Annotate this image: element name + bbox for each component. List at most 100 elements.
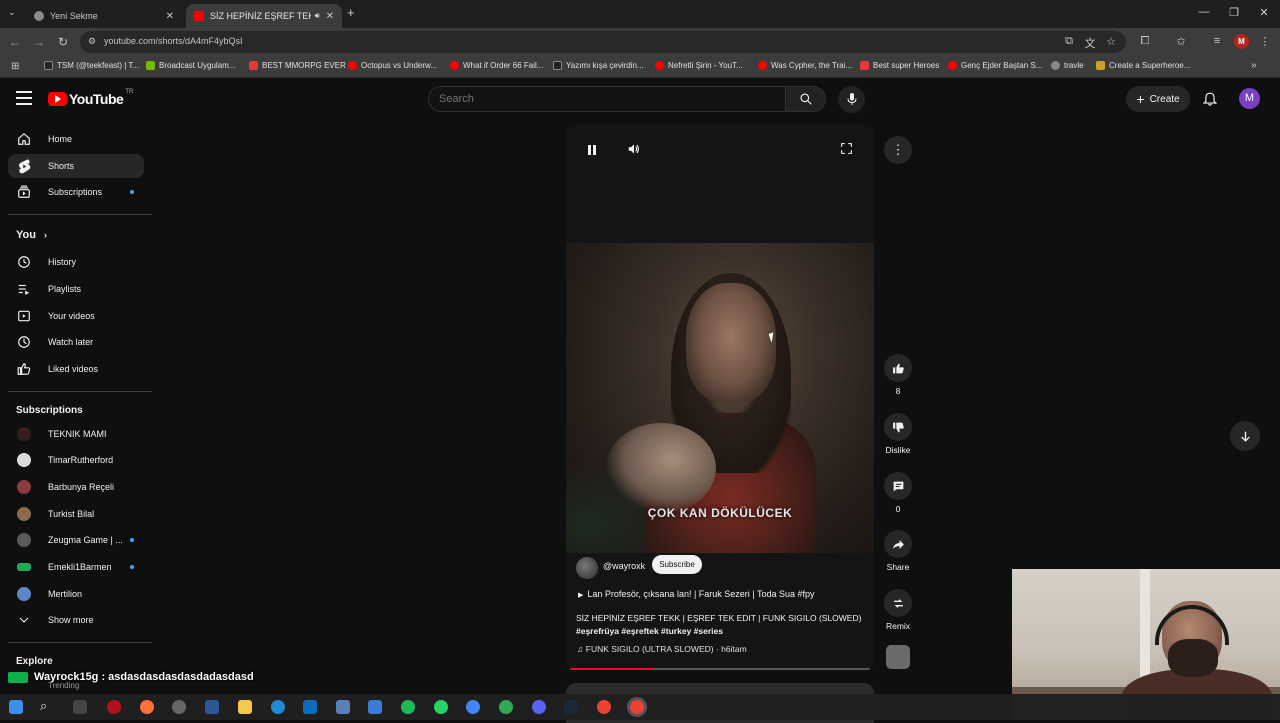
menu-kebab-icon[interactable]: ⋮ [1258, 35, 1272, 48]
pause-button[interactable] [586, 143, 600, 157]
forward-icon[interactable]: → [32, 35, 46, 49]
notifications-button[interactable] [1202, 91, 1218, 112]
sidebar-item-watch-later[interactable]: Watch later [8, 330, 144, 354]
address-bar[interactable]: ⚙︎ youtube.com/shorts/dA4mF4ybQsI [80, 31, 1126, 53]
bookmark-item[interactable]: Broadcast Uygulam... [146, 61, 235, 70]
bookmark-item[interactable]: TSM (@teekfeast) | T... [44, 61, 139, 70]
sidebar-channel-timarrutherford[interactable]: TimarRutherford [8, 448, 144, 472]
search-icon[interactable]: ⌕ [40, 698, 47, 714]
sidebar-item-home[interactable]: Home [8, 127, 144, 151]
outlook-icon[interactable] [303, 700, 317, 714]
install-app-icon[interactable]: ⧉ [1062, 35, 1076, 48]
search-button[interactable] [786, 86, 826, 112]
sidebar-channel-mertilion[interactable]: Mertilion [8, 582, 144, 606]
next-short-button[interactable] [1230, 421, 1260, 451]
close-icon[interactable]: ✕ [326, 11, 334, 22]
comments-circle[interactable] [884, 472, 912, 500]
sidebar-item-history[interactable]: History [8, 250, 144, 274]
tab-search-menu-icon[interactable]: ⌄ [8, 7, 16, 18]
video-frame[interactable]: ÇOK KAN DÖKÜLÜCEK [566, 243, 874, 553]
firefox-icon[interactable] [140, 700, 154, 714]
account-avatar[interactable]: M [1239, 88, 1260, 109]
bookmark-item[interactable]: BEST MMORPG EVER [249, 61, 346, 70]
discord-icon[interactable] [532, 700, 546, 714]
close-icon[interactable]: ✕ [166, 11, 174, 22]
channel-avatar[interactable] [576, 557, 598, 579]
voice-search-button[interactable] [838, 86, 865, 113]
music-line[interactable]: ♫ FUNK SIGILO (ULTRA SLOWED) · h6itam [577, 644, 747, 654]
close-window-icon[interactable]: ✕ [1257, 6, 1271, 19]
sidebar-item-liked-videos[interactable]: Liked videos [8, 357, 144, 381]
linked-video-line[interactable]: ▶ Lan Profesör, çıksana lan! | Faruk Seze… [578, 589, 815, 599]
shorts-player[interactable]: ÇOK KAN DÖKÜLÜCEK @wayroxk Subscribe ▶ La… [566, 124, 874, 671]
translate-icon[interactable]: 文 [1083, 35, 1097, 51]
search-box[interactable] [428, 86, 786, 112]
comments-button[interactable]: 0 [884, 472, 912, 514]
task-view-icon[interactable] [73, 700, 87, 714]
subscribe-button[interactable]: Subscribe [652, 555, 702, 574]
search-input[interactable] [439, 93, 769, 105]
video-description[interactable]: SİZ HEPİNİZ EŞREF TEKK | EŞREF TEK EDIT … [576, 612, 868, 638]
opera-icon[interactable] [107, 700, 121, 714]
bookmark-item[interactable]: travle [1051, 61, 1084, 70]
store-icon[interactable] [205, 700, 219, 714]
chrome-icon[interactable] [466, 700, 480, 714]
bookmark-item[interactable]: Genç Ejder Baştan S... [948, 61, 1042, 70]
sidebar-you-heading[interactable]: You › [16, 229, 47, 241]
steam-icon[interactable] [564, 700, 578, 714]
like-circle[interactable] [884, 354, 912, 382]
dislike-circle[interactable] [884, 413, 912, 441]
apps-grid-icon[interactable]: ⊞ [11, 61, 19, 72]
file-explorer-icon[interactable] [238, 700, 252, 714]
bookmark-item[interactable]: Yazımı kışa çevirdin... [553, 61, 644, 70]
chrome-icon[interactable] [597, 700, 611, 714]
windows-start-icon[interactable] [9, 700, 23, 714]
share-button[interactable]: Share [884, 530, 912, 572]
sidebar-channel-emekli1barmen[interactable]: Emekli1Barmen [8, 555, 144, 579]
chrome-icon[interactable] [499, 700, 513, 714]
bookmark-item[interactable]: Create a Superheroe... [1096, 61, 1190, 70]
sidebar-channel-barbunya-receli[interactable]: Barbunya Reçeli [8, 475, 144, 499]
sidebar-item-your-videos[interactable]: Your videos [8, 304, 144, 328]
tab-youtube-short[interactable]: SİZ HEPİNİZ EŞREF TEKK | E 🔊︎ ✕ [186, 4, 342, 28]
bookmark-item[interactable]: Octopus vs Underw... [348, 61, 437, 70]
chrome-active-icon[interactable] [630, 700, 644, 714]
spotify-icon[interactable] [401, 700, 415, 714]
fullscreen-button[interactable] [840, 142, 853, 160]
volume-button[interactable] [627, 142, 641, 161]
app-icon[interactable] [368, 700, 382, 714]
new-tab-button[interactable]: + [347, 5, 355, 20]
remix-button[interactable]: Remix [884, 589, 912, 631]
media-control-icon[interactable]: ≡ [1210, 35, 1224, 47]
menu-hamburger-icon[interactable] [16, 91, 32, 105]
app-icon[interactable] [172, 700, 186, 714]
share-circle[interactable] [884, 530, 912, 558]
sidebar-channel-zeugma-game[interactable]: Zeugma Game | ... [8, 528, 144, 552]
edge-icon[interactable] [271, 700, 285, 714]
bookmark-item[interactable]: What if Order 66 Fail... [450, 61, 543, 70]
bookmark-star-icon[interactable]: ☆ [1104, 35, 1118, 48]
sidebar-channel-teknik-mami[interactable]: TEKNIK MAMI [8, 422, 144, 446]
youtube-logo[interactable]: YouTube TR [48, 89, 133, 107]
sidebar-channel-turkist-bilal[interactable]: Turkist Bilal [8, 502, 144, 526]
minimize-icon[interactable]: — [1197, 6, 1211, 18]
favorites-icon[interactable]: ✩ [1174, 35, 1188, 48]
restore-icon[interactable]: ❐ [1227, 6, 1241, 19]
sidebar-item-subscriptions[interactable]: Subscriptions [8, 180, 144, 204]
more-options-button[interactable]: ⋮ [884, 136, 912, 164]
app-icon[interactable] [336, 700, 350, 714]
remix-circle[interactable] [884, 589, 912, 617]
site-info-icon[interactable]: ⚙︎ [88, 36, 96, 47]
sidebar-show-more[interactable]: Show more [8, 608, 144, 632]
extensions-icon[interactable]: ⧠ [1138, 35, 1152, 48]
create-button[interactable]: + Create [1126, 86, 1190, 112]
sound-thumbnail[interactable] [886, 645, 910, 669]
profile-avatar[interactable]: M [1234, 34, 1249, 49]
sidebar-item-shorts[interactable]: Shorts [8, 154, 144, 178]
back-icon[interactable]: ← [8, 35, 22, 49]
bookmark-item[interactable]: Best super Heroes [860, 61, 939, 70]
speaker-icon[interactable]: 🔊︎ [315, 11, 320, 21]
more-bookmarks-icon[interactable]: » [1251, 60, 1257, 71]
bookmark-item[interactable]: Was Cypher, the Trai... [758, 61, 852, 70]
reload-icon[interactable]: ↻ [56, 35, 70, 49]
